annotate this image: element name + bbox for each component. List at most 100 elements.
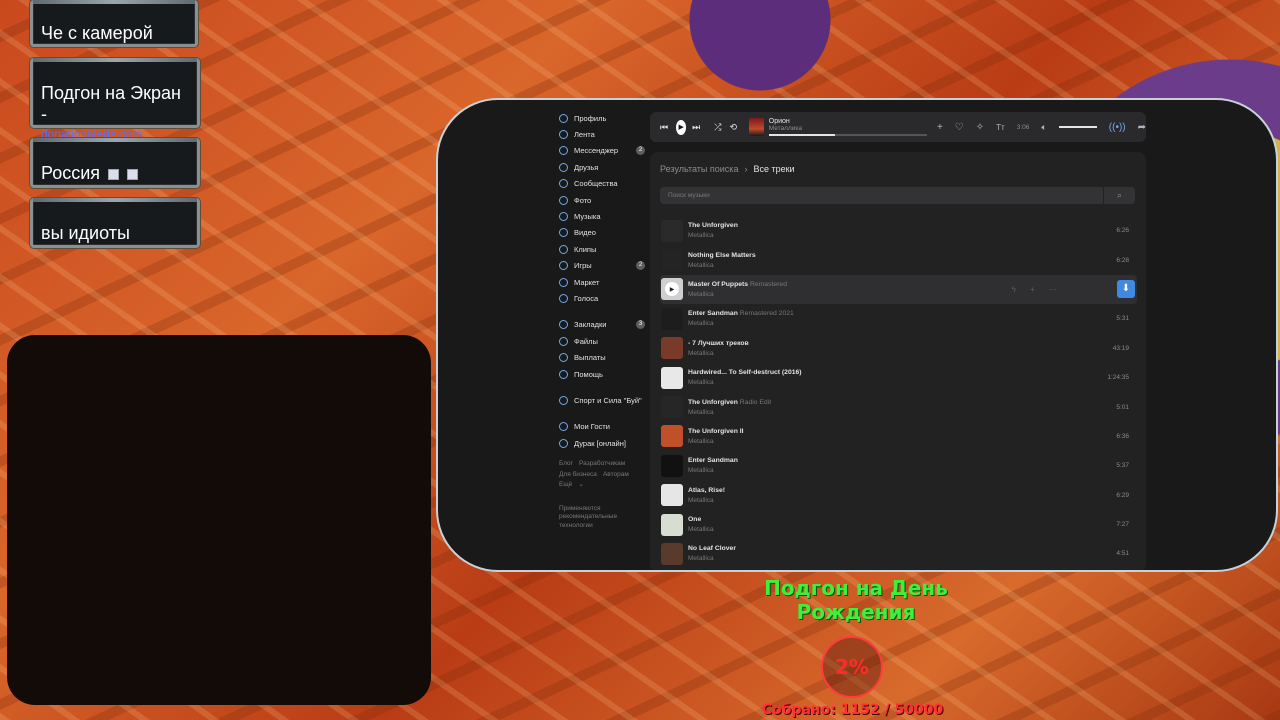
track-row[interactable]: The Unforgiven Radio Edit Metallica 5:01 — [660, 392, 1137, 421]
track-artist[interactable]: Metallica — [688, 320, 794, 327]
footer-link-authors[interactable]: Авторам — [603, 471, 629, 478]
sidebar-item[interactable]: Маркет — [559, 274, 649, 290]
breadcrumb-parent[interactable]: Результаты поиска — [660, 164, 738, 174]
volume-icon[interactable]: 🔈︎ — [1041, 122, 1046, 133]
track-cover[interactable] — [661, 425, 683, 448]
next-icon[interactable]: ⏭ — [692, 122, 700, 133]
nav-icon — [559, 212, 568, 222]
sidebar-item-label: Закладки — [574, 320, 607, 330]
track-title: The Unforgiven — [688, 222, 738, 229]
track-row[interactable]: Enter Sandman Metallica 5:37 — [660, 451, 1137, 480]
track-row[interactable]: Nothing Else Matters Metallica 6:28 — [660, 245, 1137, 274]
track-title: Hardwired... To Self-destruct (2016) — [688, 369, 802, 376]
track-artist[interactable]: Metallica — [688, 379, 802, 386]
track-cover[interactable] — [661, 513, 683, 536]
track-row[interactable]: No Leaf Clover Metallica 4:51 — [660, 539, 1137, 568]
track-artist[interactable]: Metallica — [688, 232, 738, 239]
sidebar-item[interactable]: Голоса — [559, 290, 649, 306]
broadcast-icon[interactable]: ((•)) — [1109, 122, 1126, 133]
sparkle-icon[interactable]: ✧ — [976, 122, 984, 133]
sidebar-item[interactable]: Лента — [559, 126, 649, 142]
track-info: The Unforgiven Metallica — [688, 222, 738, 239]
track-artist[interactable]: Metallica — [688, 291, 787, 298]
track-cover[interactable] — [661, 454, 683, 477]
play-button[interactable]: ▶ — [676, 119, 687, 135]
track-cover[interactable] — [661, 249, 683, 272]
footer-link-more[interactable]: Ещё — [559, 481, 572, 488]
chevron-right-icon: › — [744, 164, 748, 174]
footer-link-developers[interactable]: Разработчикам — [579, 460, 625, 467]
track-row[interactable]: Atlas, Rise! Metallica 6:29 — [660, 481, 1137, 510]
play-icon[interactable]: ▶ — [665, 282, 679, 297]
track-row[interactable]: The Unforgiven II Metallica 6:36 — [660, 422, 1137, 451]
track-row[interactable]: - 7 Лучших треков Metallica 43:19 — [660, 334, 1137, 363]
sidebar-item[interactable]: Фото — [559, 192, 649, 208]
track-row[interactable]: The Unforgiven Metallica 6:26 — [660, 216, 1137, 245]
track-row[interactable]: One Metallica 7:27 — [660, 510, 1137, 539]
track-row[interactable]: Hardwired... To Self-destruct (2016) Meta… — [660, 363, 1137, 392]
sidebar-item[interactable]: Друзья — [559, 159, 649, 175]
nav-icon — [559, 261, 568, 271]
search-input[interactable] — [660, 192, 1103, 199]
sidebar-item[interactable]: Мессенджер 2 — [559, 143, 649, 159]
footer-link-business[interactable]: Для бизнеса — [559, 471, 597, 478]
sidebar-item-label: Сообщества — [574, 179, 618, 189]
volume-slider[interactable] — [1058, 126, 1097, 128]
track-cover[interactable] — [661, 337, 683, 360]
sidebar-item[interactable]: Закладки 3 — [559, 317, 649, 333]
track-actions-icon[interactable]: ϟ + ⋯ — [1012, 285, 1063, 294]
sidebar-group[interactable]: Спорт и Сила "Буй" — [559, 392, 649, 408]
lyrics-icon[interactable]: Тт — [996, 123, 1005, 132]
search-icon[interactable]: ⌕ — [1103, 187, 1135, 204]
sidebar-item[interactable]: Сообщества — [559, 176, 649, 192]
nav-icon — [559, 146, 568, 156]
sidebar-item[interactable]: Файлы — [559, 333, 649, 349]
track-cover[interactable]: ▶ — [661, 278, 683, 301]
track-artist[interactable]: Metallica — [688, 526, 714, 533]
track-artist[interactable]: Metallica — [688, 497, 725, 504]
progress-bar[interactable] — [768, 134, 927, 136]
track-artist[interactable]: Metallica — [688, 350, 749, 357]
track-row[interactable]: ▶ Master Of Puppets Remastered Metallica ϟ … — [660, 274, 1137, 305]
track-title: The Unforgiven Radio Edit — [688, 399, 771, 406]
dislike-icon[interactable]: ♡ — [955, 122, 964, 133]
sidebar-item[interactable]: Помощь — [559, 366, 649, 382]
now-playing-artist[interactable]: Металлика — [769, 125, 927, 132]
sidebar-item[interactable]: Музыка — [559, 208, 649, 224]
track-artist[interactable]: Metallica — [688, 467, 738, 474]
track-title-text: Enter Sandman — [688, 457, 738, 465]
track-cover[interactable] — [661, 396, 683, 419]
track-info: Enter Sandman Metallica — [688, 457, 738, 474]
track-cover[interactable] — [661, 542, 683, 565]
track-artist[interactable]: Metallica — [688, 438, 744, 445]
track-duration: 6:26 — [1116, 227, 1129, 235]
track-subtitle: Remastered — [749, 280, 787, 288]
share-icon[interactable]: ➦ — [1138, 122, 1146, 133]
footer-link-blog[interactable]: Блог — [559, 460, 573, 467]
track-cover[interactable] — [661, 484, 683, 507]
track-cover[interactable] — [661, 307, 683, 330]
breadcrumb-current: Все треки — [753, 164, 795, 174]
previous-icon[interactable]: ⏮ — [660, 122, 668, 133]
track-cover[interactable] — [661, 366, 683, 389]
track-row[interactable]: Enter Sandman Remastered 2021 Metallica 5:… — [660, 304, 1137, 333]
nav-icon — [559, 277, 568, 287]
sidebar-item[interactable]: Мои Гости — [559, 419, 649, 435]
track-duration: 43:19 — [1112, 344, 1129, 352]
sidebar-item[interactable]: Выплаты — [559, 349, 649, 365]
sidebar-item-label: Клипы — [574, 244, 597, 254]
track-cover[interactable] — [661, 219, 683, 242]
track-artist[interactable]: Metallica — [688, 555, 736, 562]
sidebar-item[interactable]: Профиль — [559, 110, 649, 126]
shuffle-icon[interactable]: ⤮ — [714, 122, 721, 133]
download-icon[interactable]: ⬇ — [1117, 280, 1135, 299]
add-icon[interactable]: + — [937, 122, 943, 133]
repeat-icon[interactable]: ⟲ — [729, 122, 737, 133]
sidebar-item[interactable]: Клипы — [559, 241, 649, 257]
sidebar-item[interactable]: Видео — [559, 225, 649, 241]
sidebar-item[interactable]: Дурак [онлайн] — [559, 435, 649, 451]
track-artist[interactable]: Metallica — [688, 409, 771, 416]
track-artist[interactable]: Metallica — [688, 262, 756, 269]
sidebar-item[interactable]: Игры 2 — [559, 258, 649, 274]
track-title: Master Of Puppets Remastered — [688, 281, 787, 288]
